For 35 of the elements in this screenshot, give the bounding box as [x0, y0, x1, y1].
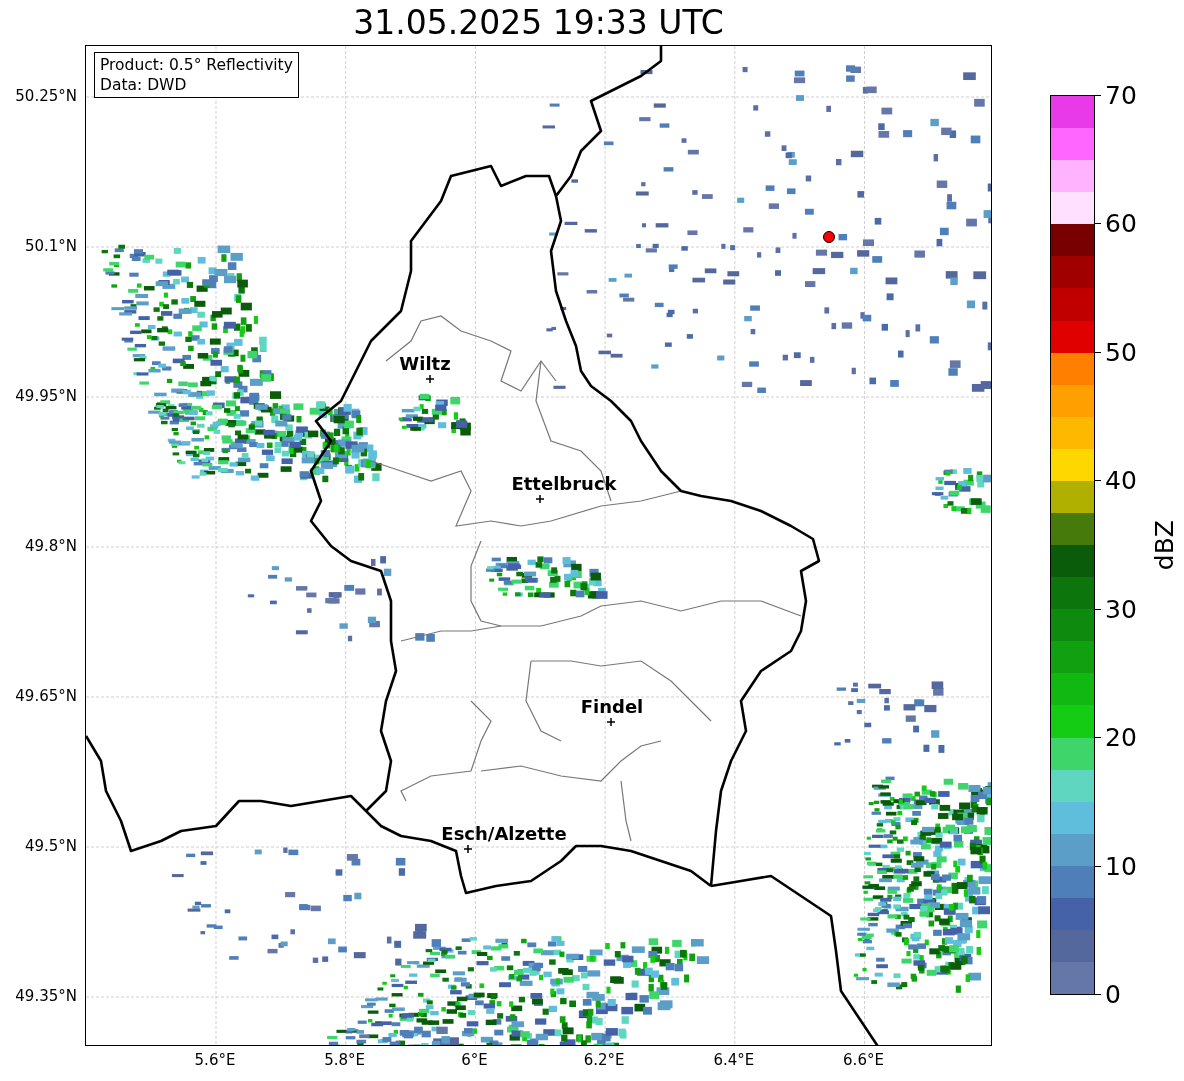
latitude-label: 50.25°N: [15, 87, 77, 105]
info-text: Data: DWD: [100, 75, 188, 95]
colorbar-tick-label: 70: [1105, 82, 1137, 108]
colorbar-tick-label: 50: [1105, 339, 1137, 365]
latitude-label: 49.35°N: [15, 987, 77, 1005]
latitude-label: 50.1°N: [24, 237, 77, 255]
colorbar-label: dBZ: [1151, 519, 1177, 571]
longitude-label: 5.8°E: [324, 1051, 366, 1069]
colorbar-tick-label: 20: [1105, 725, 1137, 751]
chart-title: 31.05.2025 19:33 UTC: [353, 6, 724, 44]
longitude-label: 5.6°E: [194, 1051, 236, 1069]
city-label: Findel: [580, 695, 644, 717]
info-text: Product: 0.5° Reflectivity: [100, 55, 293, 75]
city-marker-icon: [463, 844, 473, 854]
city-marker-icon: [425, 374, 435, 384]
city-label: Wiltz: [399, 352, 451, 374]
radar-echo-drawing: [931, 468, 991, 515]
latitude-label: 49.8°N: [24, 537, 77, 555]
latitude-label: 49.65°N: [15, 687, 77, 705]
longitude-label: 6.6°E: [843, 1051, 884, 1069]
city-marker-icon: [606, 717, 616, 727]
city-label: Ettelbruck: [511, 472, 617, 494]
latitude-label: 49.5°N: [24, 837, 77, 855]
longitude-label: 6°E: [461, 1051, 488, 1069]
longitude-label: 6.2°E: [583, 1051, 625, 1069]
city-marker-icon: [535, 494, 545, 504]
radar-site-dot: [823, 231, 835, 243]
city-label: Esch/Alzette: [441, 822, 567, 844]
longitude-label: 6.4°E: [713, 1051, 755, 1069]
colorbar-tick-label: 60: [1105, 211, 1137, 237]
colorbar-tick-label: 40: [1105, 468, 1137, 494]
colorbar-tick-label: 10: [1105, 853, 1137, 879]
latitude-label: 49.95°N: [15, 387, 77, 405]
colorbar-tick-label: 30: [1105, 596, 1137, 622]
colorbar-tick-label: 0: [1105, 982, 1121, 1008]
